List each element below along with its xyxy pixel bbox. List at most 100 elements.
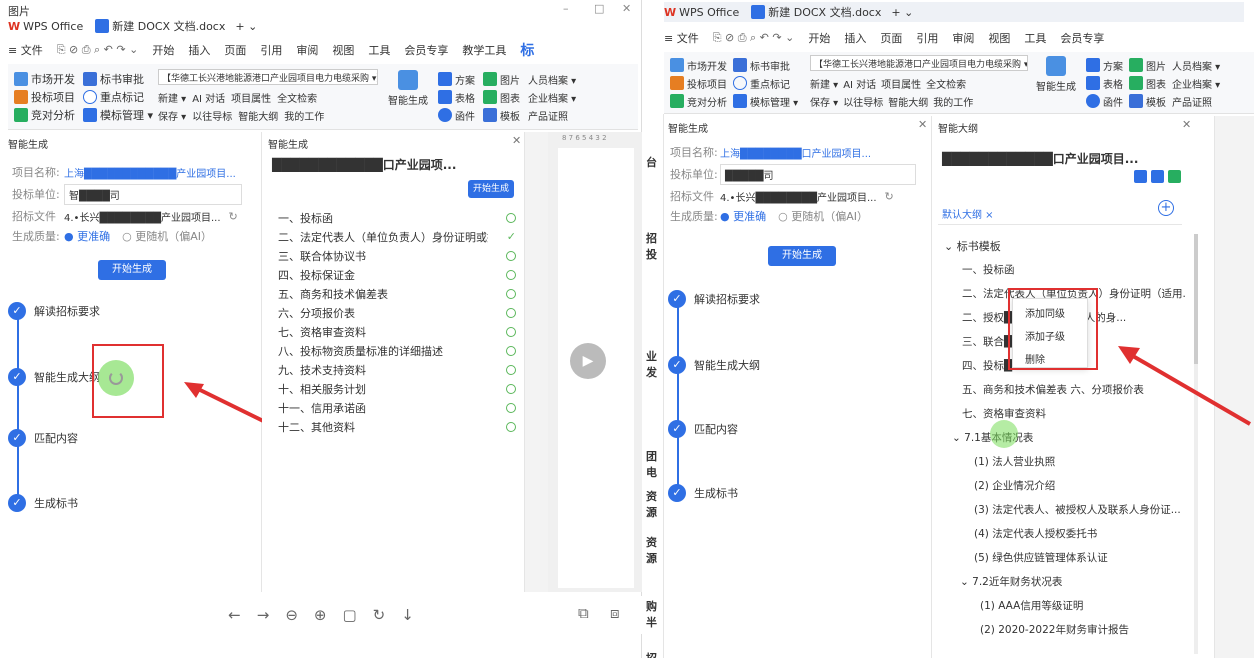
- maximize-button[interactable]: □: [594, 2, 604, 15]
- copy-icon[interactable]: ⧉: [578, 604, 589, 622]
- start-gen-button[interactable]: 开始生成: [468, 180, 514, 198]
- ribbon-new[interactable]: 新建 ▾: [158, 90, 186, 105]
- step-item[interactable]: ✓ 解读招标要求: [668, 290, 760, 308]
- ribbon-market[interactable]: 市场开发: [687, 58, 727, 73]
- ribbon-outline[interactable]: 智能大纲: [238, 108, 278, 123]
- wps-app-tab[interactable]: WPS Office: [23, 20, 83, 33]
- menu-member[interactable]: 会员专享: [404, 42, 448, 58]
- ribbon-letter[interactable]: 函件: [1103, 94, 1123, 109]
- ribbon-props[interactable]: 项目属性: [881, 76, 921, 91]
- ribbon-compete[interactable]: 竞对分析: [31, 107, 75, 123]
- menu-file[interactable]: ≡ 文件: [8, 42, 43, 58]
- quality-radio-random[interactable]: ○ 更随机（偏AI）: [778, 208, 868, 224]
- prev-icon[interactable]: ←: [228, 606, 241, 624]
- ribbon-ai[interactable]: AI 对话: [192, 90, 225, 105]
- outline-root[interactable]: ⌄ 标书模板: [944, 238, 1001, 254]
- outline-node[interactable]: (5) 绿色供应链管理体系认证: [944, 546, 1186, 570]
- menu-bid[interactable]: 标: [520, 40, 534, 60]
- menu-reference[interactable]: 引用: [916, 30, 938, 46]
- ribbon-plan[interactable]: 方案: [1103, 58, 1123, 73]
- ribbon-person[interactable]: 人员档案 ▾: [1172, 58, 1220, 73]
- quick-tools-icon[interactable]: ⎘ ⊘ ⎙ ⌕ ↶ ↷ ⌄: [57, 43, 139, 57]
- ribbon-chart[interactable]: 图表: [500, 90, 520, 105]
- menu-home[interactable]: 开始: [152, 42, 174, 58]
- outline-item[interactable]: 十二、其他资料: [278, 417, 516, 436]
- next-icon[interactable]: →: [257, 606, 270, 624]
- step-item[interactable]: ✓ 匹配内容: [8, 429, 78, 447]
- ribbon-search[interactable]: 全文检索: [277, 90, 317, 105]
- outline-view-icon[interactable]: [1134, 170, 1147, 183]
- ribbon-bid-project[interactable]: 投标项目: [687, 76, 727, 91]
- ribbon-table[interactable]: 表格: [1103, 76, 1123, 91]
- quick-tools-icon[interactable]: ⎘ ⊘ ⎙ ⌕ ↶ ↷ ⌄: [713, 31, 795, 45]
- outline-item[interactable]: 六、分项报价表: [278, 303, 516, 322]
- menu-page[interactable]: 页面: [224, 42, 246, 58]
- menu-home[interactable]: 开始: [808, 30, 830, 46]
- step-item[interactable]: ✓ 智能生成大纲: [668, 356, 760, 374]
- menu-teaching[interactable]: 教学工具: [462, 42, 506, 58]
- ribbon-company[interactable]: 企业档案 ▾: [1172, 76, 1220, 91]
- ribbon-mark[interactable]: 重点标记: [100, 89, 144, 105]
- grid-view-icon[interactable]: [1168, 170, 1181, 183]
- close-icon[interactable]: ✕: [1182, 118, 1191, 131]
- ribbon-approve[interactable]: 标书审批: [100, 71, 144, 87]
- doc-tab[interactable]: 新建 DOCX 文档.docx: [112, 18, 225, 34]
- download-icon[interactable]: ↓: [401, 606, 414, 624]
- menu-reference[interactable]: 引用: [260, 42, 282, 58]
- ribbon-template-mgmt[interactable]: 模标管理 ▾: [100, 107, 153, 123]
- ribbon-letter[interactable]: 函件: [455, 108, 475, 123]
- ribbon-compete[interactable]: 竞对分析: [687, 94, 727, 109]
- ribbon-prev-guide[interactable]: 以往导标: [843, 94, 883, 109]
- start-gen-button[interactable]: 开始生成: [98, 260, 166, 280]
- zoom-out-icon[interactable]: ⊖: [285, 606, 298, 624]
- ribbon-mywork[interactable]: 我的工作: [284, 108, 324, 123]
- play-button[interactable]: ▶: [570, 343, 606, 379]
- ribbon-approve[interactable]: 标书审批: [750, 58, 790, 73]
- smart-gen-button[interactable]: 智能生成: [1036, 56, 1076, 93]
- outline-item[interactable]: 八、投标物资质量标准的详细描述: [278, 341, 516, 360]
- refresh-icon[interactable]: ↻: [885, 190, 894, 203]
- project-select[interactable]: 【华德工长兴港地能源港口产业园项目电力电缆采购 ▾】: [158, 69, 378, 85]
- outline-node[interactable]: (3) 法定代表人、被授权人及联系人身份证...: [944, 498, 1186, 522]
- step-item[interactable]: ✓ 生成标书: [8, 494, 78, 512]
- ribbon-props[interactable]: 项目属性: [231, 90, 271, 105]
- outline-item[interactable]: 二、法定代表人（单位负责人）身份证明或授权委... ✓: [278, 227, 516, 246]
- quality-radio-accurate[interactable]: ● 更准确: [64, 228, 110, 244]
- quality-radio-random[interactable]: ○ 更随机（偏AI）: [122, 228, 212, 244]
- ribbon-template[interactable]: 模板: [500, 108, 520, 123]
- menu-insert[interactable]: 插入: [844, 30, 866, 46]
- ribbon-outline[interactable]: 智能大纲: [888, 94, 928, 109]
- ribbon-product[interactable]: 产品证照: [528, 108, 568, 123]
- ribbon-new[interactable]: 新建 ▾: [810, 76, 838, 91]
- menu-view[interactable]: 视图: [988, 30, 1010, 46]
- ribbon-mark[interactable]: 重点标记: [750, 76, 790, 91]
- bidder-select[interactable]: █████司: [720, 163, 916, 185]
- menu-file[interactable]: ≡ 文件: [664, 30, 699, 46]
- ribbon-ai[interactable]: AI 对话: [843, 76, 876, 91]
- fit-icon[interactable]: ▢: [342, 606, 356, 624]
- ribbon-save[interactable]: 保存 ▾: [810, 94, 838, 109]
- menu-member[interactable]: 会员专享: [1060, 30, 1104, 46]
- wps-app-tab[interactable]: WPS Office: [679, 6, 739, 19]
- outline-item[interactable]: 十一、信用承诺函: [278, 398, 516, 417]
- menu-insert[interactable]: 插入: [188, 42, 210, 58]
- list-view-icon[interactable]: [1151, 170, 1164, 183]
- outline-node[interactable]: (2) 企业情况介绍: [944, 474, 1186, 498]
- menu-review[interactable]: 审阅: [952, 30, 974, 46]
- outline-node[interactable]: (1) 法人营业执照: [944, 450, 1186, 474]
- step-item[interactable]: ✓ 解读招标要求: [8, 302, 100, 320]
- start-gen-button[interactable]: 开始生成: [768, 246, 836, 266]
- close-icon[interactable]: ✕: [512, 134, 521, 147]
- bidder-select[interactable]: 智████司: [64, 183, 242, 205]
- zoom-in-icon[interactable]: ⊕: [314, 606, 327, 624]
- new-tab-icon[interactable]: + ⌄: [891, 6, 913, 19]
- rotate-icon[interactable]: ↻: [373, 606, 386, 624]
- doc-tab[interactable]: 新建 DOCX 文档.docx: [768, 4, 881, 20]
- outline-node[interactable]: (2) 2020-2022年财务审计报告: [944, 618, 1186, 642]
- ribbon-mywork[interactable]: 我的工作: [933, 94, 973, 109]
- ribbon-market[interactable]: 市场开发: [31, 71, 75, 87]
- ribbon-plan[interactable]: 方案: [455, 72, 475, 87]
- menu-tools[interactable]: 工具: [368, 42, 390, 58]
- ribbon-prev-guide[interactable]: 以往导标: [192, 108, 232, 123]
- close-icon[interactable]: ✕: [918, 118, 927, 131]
